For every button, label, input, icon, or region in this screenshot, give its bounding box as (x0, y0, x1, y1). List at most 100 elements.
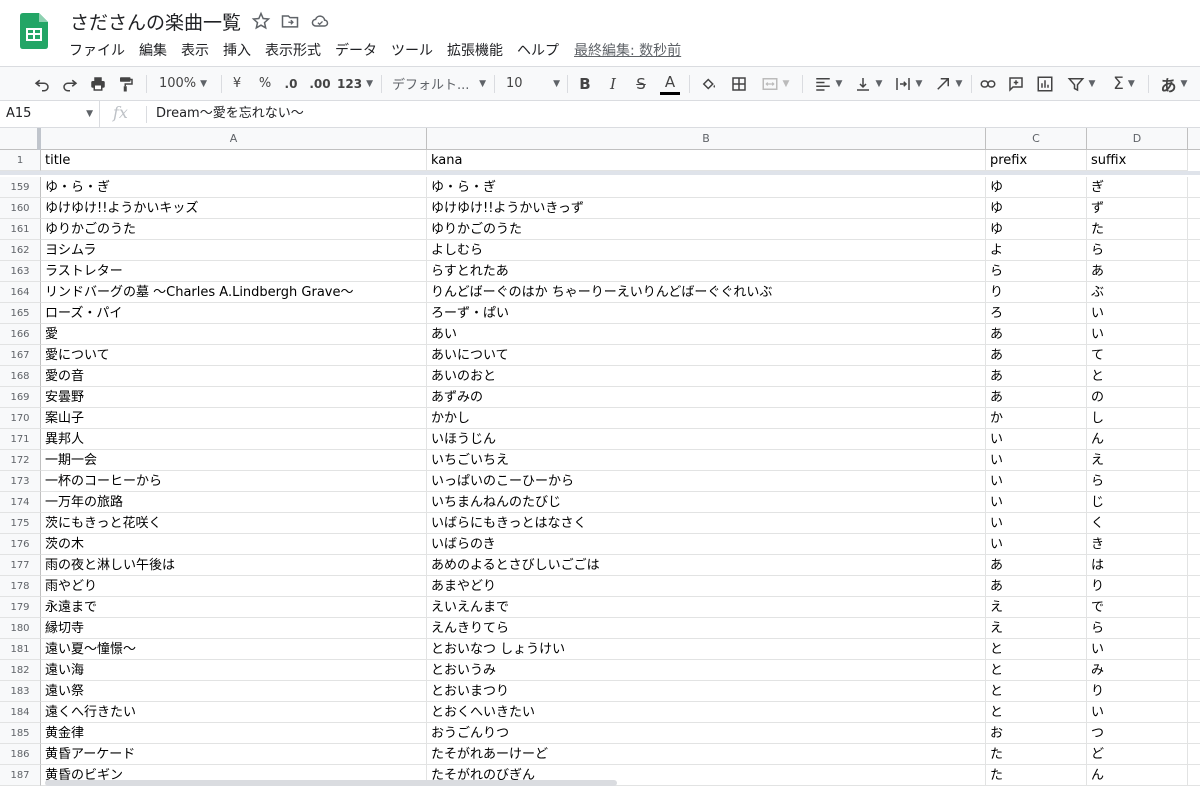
cell-title[interactable]: 愛について (41, 345, 427, 366)
cell-suffix[interactable]: の (1087, 387, 1188, 408)
menu-edit[interactable]: 編集 (132, 38, 174, 62)
cell-empty[interactable] (1188, 681, 1200, 702)
cell-kana[interactable]: ゆりかごのうた (427, 219, 986, 240)
cell-title[interactable]: 一万年の旅路 (41, 492, 427, 513)
row-header[interactable]: 176 (0, 534, 41, 555)
cell-suffix[interactable]: い (1087, 639, 1188, 660)
row-header[interactable]: 183 (0, 681, 41, 702)
cell-title[interactable]: 安曇野 (41, 387, 427, 408)
undo-icon[interactable] (30, 67, 54, 100)
cell-kana[interactable]: あいについて (427, 345, 986, 366)
row-header[interactable]: 163 (0, 261, 41, 282)
cell-empty[interactable] (1188, 345, 1200, 366)
filter-icon[interactable]: ▼ (1062, 67, 1100, 100)
cell-prefix[interactable]: り (986, 282, 1087, 303)
cell-suffix[interactable]: ぎ (1087, 177, 1188, 198)
cell-suffix[interactable]: た (1087, 219, 1188, 240)
cell-suffix[interactable]: き (1087, 534, 1188, 555)
row-header[interactable]: 165 (0, 303, 41, 324)
menu-tools[interactable]: ツール (384, 38, 440, 62)
cell-title[interactable]: ゆりかごのうた (41, 219, 427, 240)
text-color-button[interactable]: A (658, 67, 682, 100)
star-icon[interactable] (251, 11, 271, 31)
row-header[interactable]: 170 (0, 408, 41, 429)
cell-empty[interactable] (1188, 387, 1200, 408)
font-family-select[interactable]: デフォルト... ▼ (392, 67, 486, 100)
cell-kana[interactable]: いばらのき (427, 534, 986, 555)
formula-input[interactable]: Dream〜愛を忘れない〜 (156, 101, 304, 127)
cell-title[interactable]: 異邦人 (41, 429, 427, 450)
row-header[interactable]: 182 (0, 660, 41, 681)
currency-format-button[interactable]: ¥ (226, 67, 248, 100)
cell-prefix[interactable]: よ (986, 240, 1087, 261)
cell-empty[interactable] (1188, 660, 1200, 681)
cell-kana[interactable]: とおいまつり (427, 681, 986, 702)
cell-kana[interactable]: あめのよるとさびしいごごは (427, 555, 986, 576)
row-header[interactable]: 161 (0, 219, 41, 240)
cell-title[interactable]: 案山子 (41, 408, 427, 429)
cell-title[interactable]: 雨やどり (41, 576, 427, 597)
cell-suffix[interactable]: え (1087, 450, 1188, 471)
horizontal-align-icon[interactable]: ▼ (810, 67, 846, 100)
percent-format-button[interactable]: % (254, 67, 276, 100)
cell-title[interactable]: 一期一会 (41, 450, 427, 471)
cell-suffix[interactable]: て (1087, 345, 1188, 366)
document-title[interactable]: さださんの楽曲一覧 (70, 8, 241, 35)
cell-title[interactable]: リンドバーグの墓 〜Charles A.Lindbergh Grave〜 (41, 282, 427, 303)
merge-cells-icon[interactable]: ▼ (756, 67, 794, 100)
cell-kana[interactable]: りんどばーぐのはか ちゃーりーえいりんどばーぐぐれいぶ (427, 282, 986, 303)
cell-title[interactable]: 遠くへ行きたい (41, 702, 427, 723)
cell-title[interactable]: 遠い夏〜憧憬〜 (41, 639, 427, 660)
name-box[interactable]: A15 ▼ (0, 101, 100, 127)
cell-prefix[interactable]: か (986, 408, 1087, 429)
cell-kana[interactable]: いばらにもきっとはなさく (427, 513, 986, 534)
cell-prefix[interactable]: あ (986, 555, 1087, 576)
horizontal-scrollbar[interactable] (45, 780, 617, 786)
cell-prefix[interactable]: た (986, 744, 1087, 765)
column-header-d[interactable]: D (1087, 128, 1188, 150)
text-rotation-icon[interactable]: ▼ (930, 67, 966, 100)
column-header-e[interactable] (1188, 128, 1200, 150)
cell-suffix[interactable]: り (1087, 576, 1188, 597)
cell-empty[interactable] (1188, 177, 1200, 198)
select-all-corner[interactable] (0, 128, 41, 150)
cell-prefix[interactable]: ゆ (986, 219, 1087, 240)
cell-prefix[interactable]: お (986, 723, 1087, 744)
cell-suffix[interactable]: ん (1087, 765, 1188, 786)
frozen-row-divider[interactable] (0, 171, 1200, 175)
cell-prefix[interactable]: あ (986, 576, 1087, 597)
cell-empty[interactable] (1188, 702, 1200, 723)
cell-prefix[interactable]: い (986, 513, 1087, 534)
cell-prefix[interactable]: と (986, 660, 1087, 681)
header-cell-d[interactable]: suffix (1087, 150, 1188, 171)
cell-title[interactable]: 茨にもきっと花咲く (41, 513, 427, 534)
cell-suffix[interactable]: い (1087, 324, 1188, 345)
redo-icon[interactable] (58, 67, 82, 100)
cell-empty[interactable] (1188, 492, 1200, 513)
cell-suffix[interactable]: ら (1087, 618, 1188, 639)
row-header[interactable]: 168 (0, 366, 41, 387)
cell-title[interactable]: 愛 (41, 324, 427, 345)
increase-decimal-button[interactable]: .00 (307, 67, 333, 100)
cell-empty[interactable] (1188, 366, 1200, 387)
row-header[interactable]: 185 (0, 723, 41, 744)
menu-insert[interactable]: 挿入 (216, 38, 258, 62)
cell-kana[interactable]: いちごいちえ (427, 450, 986, 471)
cell-kana[interactable]: あずみの (427, 387, 986, 408)
cell-kana[interactable]: らすとれたあ (427, 261, 986, 282)
cell-prefix[interactable]: ゆ (986, 177, 1087, 198)
cell-empty[interactable] (1188, 324, 1200, 345)
cell-title[interactable]: 一杯のコーヒーから (41, 471, 427, 492)
row-header[interactable]: 186 (0, 744, 41, 765)
row-header[interactable]: 162 (0, 240, 41, 261)
insert-chart-icon[interactable] (1033, 67, 1057, 100)
last-edit-link[interactable]: 最終編集: 数秒前 (574, 40, 681, 60)
cell-prefix[interactable]: え (986, 597, 1087, 618)
cell-kana[interactable]: ろーず・ぱい (427, 303, 986, 324)
cell-title[interactable]: ローズ・パイ (41, 303, 427, 324)
cell-prefix[interactable]: い (986, 450, 1087, 471)
cell-suffix[interactable]: と (1087, 366, 1188, 387)
cell-empty[interactable] (1188, 219, 1200, 240)
cell-suffix[interactable]: あ (1087, 261, 1188, 282)
cell-suffix[interactable]: く (1087, 513, 1188, 534)
